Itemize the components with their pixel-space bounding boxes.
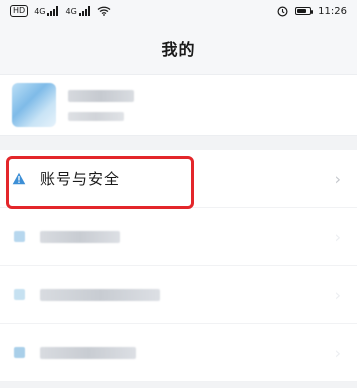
menu-item-redacted-2[interactable]: › xyxy=(0,266,357,324)
menu-label-redacted xyxy=(40,230,120,243)
profile-name-redacted xyxy=(68,89,134,102)
app-header: 我的 xyxy=(0,22,357,74)
menu-item-label: 账号与安全 xyxy=(40,170,121,188)
profile-subtitle-redacted xyxy=(68,111,124,121)
signal-bars-icon-2 xyxy=(78,6,90,16)
menu-label-redacted xyxy=(40,346,136,359)
signal-icon: 4G xyxy=(34,6,59,16)
menu-item-redacted-3[interactable]: › xyxy=(0,324,357,382)
menu-item-account-security[interactable]: 账号与安全 › xyxy=(0,150,357,208)
status-time: 11:26 xyxy=(318,5,347,17)
chevron-right-icon: › xyxy=(334,169,341,188)
chevron-right-icon: › xyxy=(334,227,341,246)
battery-icon xyxy=(295,7,314,15)
signal-label-2: 4G xyxy=(65,6,77,16)
page-title: 我的 xyxy=(161,40,196,59)
hd-badge: HD xyxy=(10,5,29,17)
profile-card[interactable] xyxy=(0,74,357,136)
status-right: 11:26 xyxy=(277,6,347,17)
wifi-icon xyxy=(97,6,111,16)
menu-icon-redacted xyxy=(12,346,26,360)
signal-bars-icon xyxy=(47,6,59,16)
signal-label: 4G xyxy=(34,6,46,16)
alarm-icon xyxy=(277,5,288,17)
chevron-right-icon: › xyxy=(334,343,341,362)
signal-icon-2: 4G xyxy=(65,6,90,16)
warning-icon xyxy=(12,172,26,186)
profile-info xyxy=(68,89,134,121)
menu-list: 账号与安全 › › › › xyxy=(0,150,357,382)
status-bar: HD 4G 4G 11:26 xyxy=(0,0,357,22)
menu-icon-redacted xyxy=(12,230,26,244)
avatar[interactable] xyxy=(12,83,56,127)
menu-item-redacted-1[interactable]: › xyxy=(0,208,357,266)
status-left: HD 4G 4G xyxy=(10,5,111,17)
menu-label-redacted xyxy=(40,288,160,301)
chevron-right-icon: › xyxy=(334,285,341,304)
menu-icon-redacted xyxy=(12,288,26,302)
